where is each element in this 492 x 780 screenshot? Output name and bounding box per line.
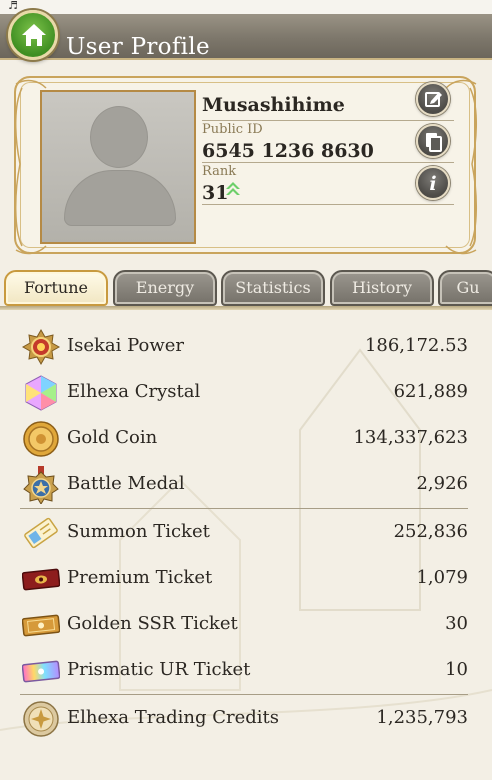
prismatic-ur-ticket-icon (22, 660, 60, 683)
row-value: 621,889 (393, 381, 468, 402)
row-label: Gold Coin (67, 427, 158, 448)
tab-energy[interactable]: Energy (113, 270, 217, 306)
golden-ssr-ticket-icon (22, 614, 60, 637)
public-id-label: Public ID (202, 122, 263, 137)
tab-gu-partial[interactable]: Gu (438, 270, 492, 306)
row-label: Isekai Power (67, 335, 184, 356)
list-item: Elhexa Crystal 621,889 (0, 368, 492, 414)
isekai-power-icon (22, 328, 60, 366)
premium-ticket-icon (22, 568, 60, 591)
row-value: 2,926 (416, 473, 468, 494)
list-item: Golden SSR Ticket 30 (0, 600, 492, 646)
page-title: User Profile (66, 34, 210, 60)
divider-public-id (202, 162, 454, 163)
header-bar: User Profile (0, 14, 492, 60)
battle-medal-icon (23, 466, 59, 504)
info-icon: i (429, 173, 436, 195)
row-value: 186,172.53 (364, 335, 468, 356)
tab-fortune[interactable]: Fortune (4, 270, 108, 306)
elhexa-crystal-icon (25, 375, 57, 411)
row-value: 1,235,793 (376, 707, 468, 728)
row-value: 252,836 (393, 521, 468, 542)
row-label: Elhexa Trading Credits (67, 707, 279, 728)
row-label: Prismatic UR Ticket (67, 659, 251, 680)
divider-username (202, 120, 454, 121)
divider-rank (202, 204, 454, 205)
home-button[interactable] (8, 10, 58, 60)
list-item: Elhexa Trading Credits 1,235,793 (0, 694, 492, 740)
list-item: Battle Medal 2,926 (0, 460, 492, 506)
edit-icon (425, 92, 442, 107)
row-label: Summon Ticket (67, 521, 210, 542)
gold-coin-icon (23, 421, 59, 457)
row-label: Premium Ticket (67, 567, 213, 588)
elhexa-trading-credits-icon (23, 701, 59, 737)
copy-id-button[interactable] (416, 124, 450, 158)
public-id-value: 6545 1236 8630 (202, 140, 374, 162)
home-icon (22, 24, 46, 46)
row-value: 30 (445, 613, 468, 634)
row-label: Golden SSR Ticket (67, 613, 238, 634)
copy-icon (426, 133, 442, 152)
notification-glyph: ♬ (8, 0, 18, 12)
avatar-head-silhouette (90, 106, 148, 168)
rank-label: Rank (202, 164, 237, 179)
row-value: 134,337,623 (353, 427, 468, 448)
avatar-body-silhouette (64, 170, 176, 226)
status-bar: ♬ (0, 0, 492, 14)
row-label: Elhexa Crystal (67, 381, 201, 402)
summon-ticket-icon (24, 517, 58, 549)
list-item: Premium Ticket 1,079 (0, 554, 492, 600)
svg-text:i: i (429, 173, 436, 195)
list-item: Gold Coin 134,337,623 (0, 414, 492, 460)
tab-bar: Fortune Energy Statistics History Gu (0, 268, 492, 308)
row-label: Battle Medal (67, 473, 185, 494)
rank-up-icon (226, 182, 240, 195)
edit-name-button[interactable] (416, 82, 450, 116)
row-value: 10 (445, 659, 468, 680)
row-value: 1,079 (416, 567, 468, 588)
tab-history[interactable]: History (330, 270, 434, 306)
list-item: Prismatic UR Ticket 10 (0, 646, 492, 692)
avatar[interactable] (40, 90, 196, 244)
username: Musashihime (202, 94, 345, 116)
profile-card: Musashihime Public ID 6545 1236 8630 Ran… (14, 76, 478, 255)
list-item: Isekai Power 186,172.53 (0, 322, 492, 368)
rank-info-button[interactable]: i (416, 166, 450, 200)
tab-statistics[interactable]: Statistics (221, 270, 325, 306)
list-item: Summon Ticket 252,836 (0, 508, 492, 554)
